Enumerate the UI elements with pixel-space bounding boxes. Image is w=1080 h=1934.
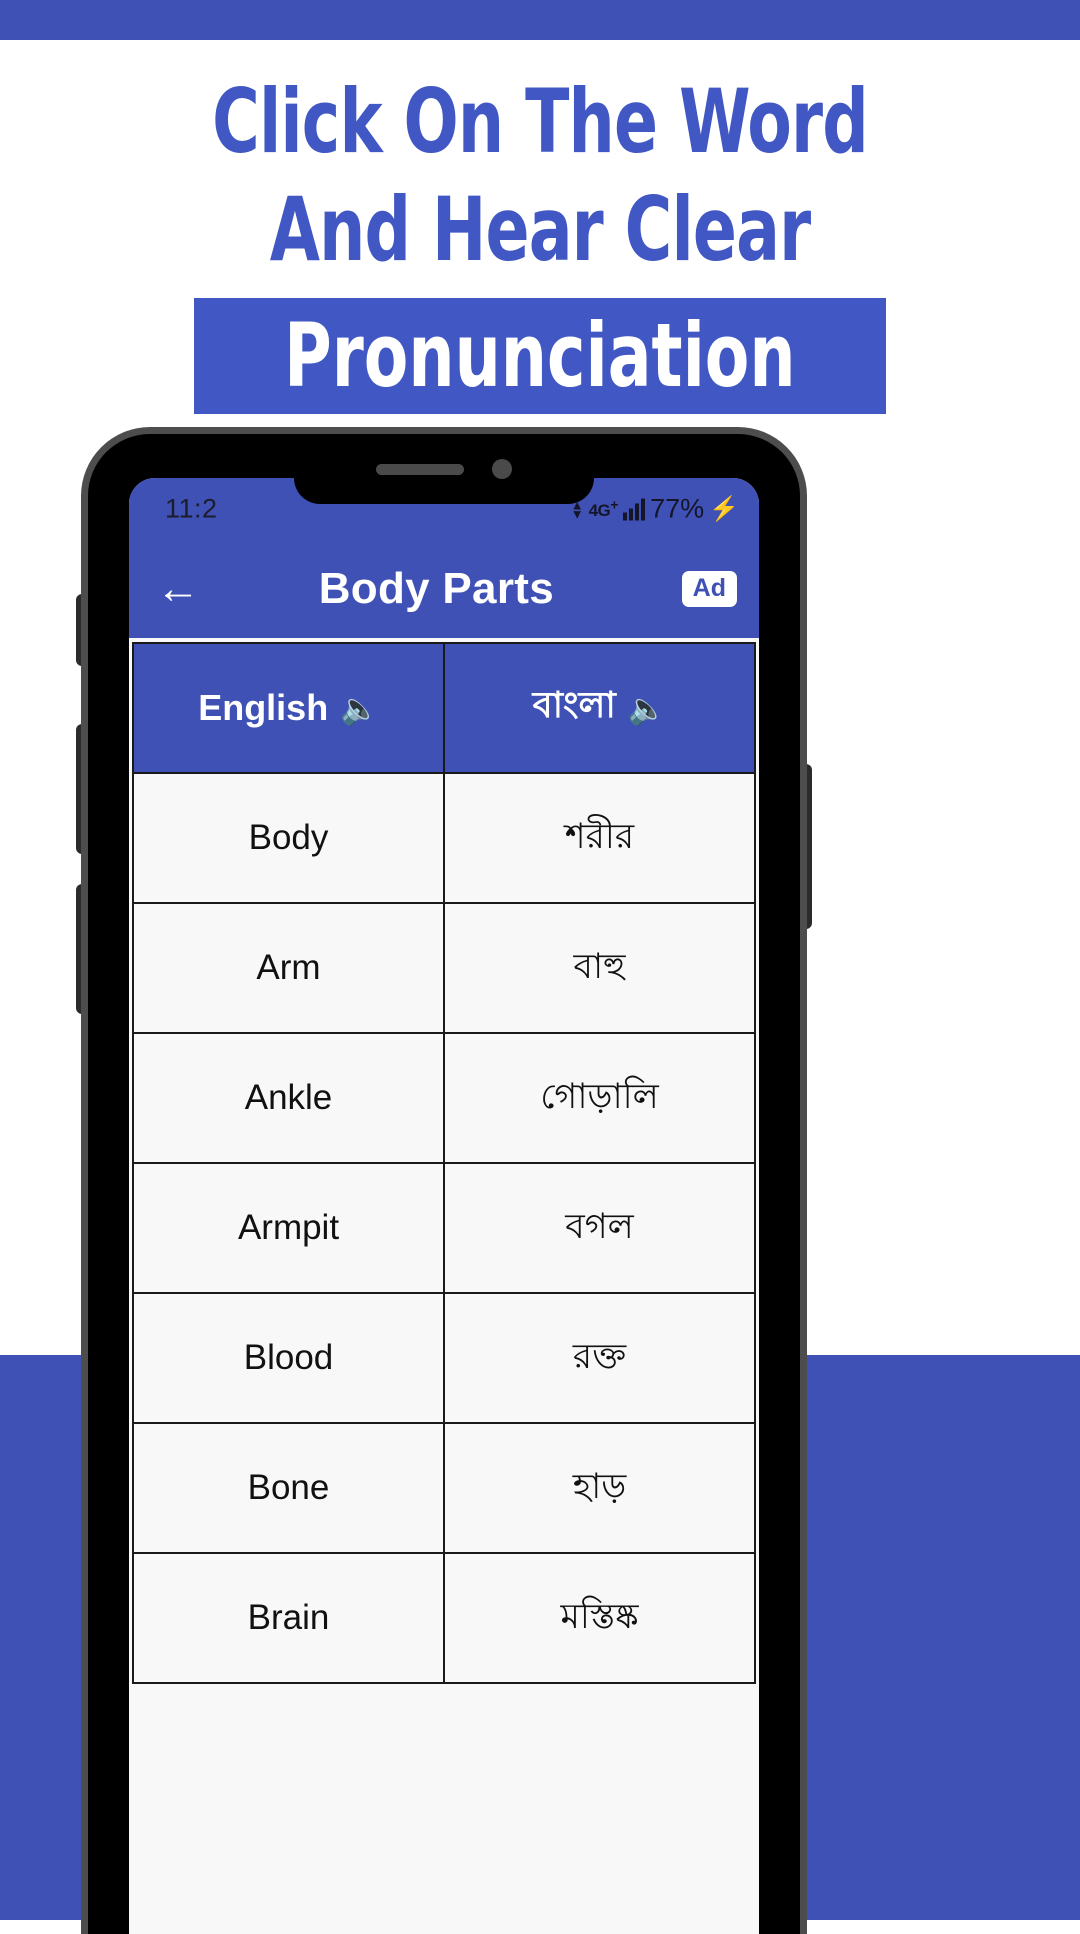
cell-bangla[interactable]: হাড় — [443, 1422, 756, 1554]
cell-english[interactable]: Brain — [132, 1552, 445, 1684]
cell-english[interactable]: Bone — [132, 1422, 445, 1554]
cell-bangla[interactable]: মস্তিষ্ক — [443, 1552, 756, 1684]
column-header-english-label: English — [198, 687, 329, 728]
table-row[interactable]: Body শরীর — [132, 772, 756, 904]
word-table: English 🔈 বাংলা 🔈 Body শরীর Arm বাহু Ank… — [132, 642, 756, 1684]
status-clock: 11:2 — [165, 493, 218, 524]
table-row[interactable]: Arm বাহু — [132, 902, 756, 1034]
cell-bangla[interactable]: গোড়ালি — [443, 1032, 756, 1164]
cell-english[interactable]: Armpit — [132, 1162, 445, 1294]
word-table-container: English 🔈 বাংলা 🔈 Body শরীর Arm বাহু Ank… — [129, 638, 759, 1684]
signal-strength-icon — [623, 498, 646, 520]
cell-english[interactable]: Blood — [132, 1292, 445, 1424]
phone-mockup: 11:2 ▲ ▼ 4G+ 77% ⚡ ← Body Parts Ad Engli… — [76, 434, 812, 1934]
promo-line-3-text: Pronunciation — [284, 304, 796, 407]
promo-headline: Click On The Word And Hear Clear Pronunc… — [0, 68, 1080, 414]
table-row[interactable]: Blood রক্ত — [132, 1292, 756, 1424]
app-bar: ← Body Parts Ad — [129, 540, 759, 638]
phone-screen: 11:2 ▲ ▼ 4G+ 77% ⚡ ← Body Parts Ad Engli… — [129, 478, 759, 1934]
promo-line-1: Click On The Word — [212, 70, 869, 173]
cell-bangla[interactable]: রক্ত — [443, 1292, 756, 1424]
phone-notch — [294, 434, 594, 504]
table-header-row: English 🔈 বাংলা 🔈 — [132, 642, 756, 774]
word-table-head: English 🔈 বাংলা 🔈 — [132, 642, 756, 774]
promo-line-2: And Hear Clear — [269, 178, 811, 281]
promo-line-3-highlight: Pronunciation — [194, 298, 886, 414]
charging-bolt-icon: ⚡ — [709, 495, 739, 523]
top-color-band — [0, 0, 1080, 40]
column-header-bangla[interactable]: বাংলা 🔈 — [443, 642, 756, 774]
promo-line-3-wrap: Pronunciation — [0, 298, 1080, 414]
battery-percent-label: 77% — [650, 493, 705, 524]
column-header-bangla-label: বাংলা — [532, 684, 616, 725]
earpiece-speaker-icon — [376, 463, 464, 475]
cell-english[interactable]: Arm — [132, 902, 445, 1034]
table-row[interactable]: Brain মস্তিষ্ক — [132, 1552, 756, 1684]
speaker-icon[interactable]: 🔈 — [628, 693, 667, 724]
cell-bangla[interactable]: বাহু — [443, 902, 756, 1034]
cell-english[interactable]: Ankle — [132, 1032, 445, 1164]
phone-button-power[interactable] — [798, 764, 812, 929]
table-row[interactable]: Armpit বগল — [132, 1162, 756, 1294]
column-header-english[interactable]: English 🔈 — [132, 642, 445, 774]
cell-bangla[interactable]: বগল — [443, 1162, 756, 1294]
page-title: Body Parts — [318, 564, 554, 613]
cell-english[interactable]: Body — [132, 772, 445, 904]
network-type-label: 4G+ — [588, 497, 619, 520]
status-indicators: ▲ ▼ 4G+ 77% ⚡ — [571, 494, 739, 525]
cell-bangla[interactable]: শরীর — [443, 772, 756, 904]
ad-badge-button[interactable]: Ad — [681, 571, 737, 607]
phone-frame: 11:2 ▲ ▼ 4G+ 77% ⚡ ← Body Parts Ad Engli… — [88, 434, 800, 1934]
table-row[interactable]: Bone হাড় — [132, 1422, 756, 1554]
front-camera-icon — [492, 459, 512, 479]
speaker-icon[interactable]: 🔈 — [340, 693, 379, 724]
word-table-body: Body শরীর Arm বাহু Ankle গোড়ালি Armpit … — [132, 772, 756, 1684]
table-row[interactable]: Ankle গোড়ালি — [132, 1032, 756, 1164]
